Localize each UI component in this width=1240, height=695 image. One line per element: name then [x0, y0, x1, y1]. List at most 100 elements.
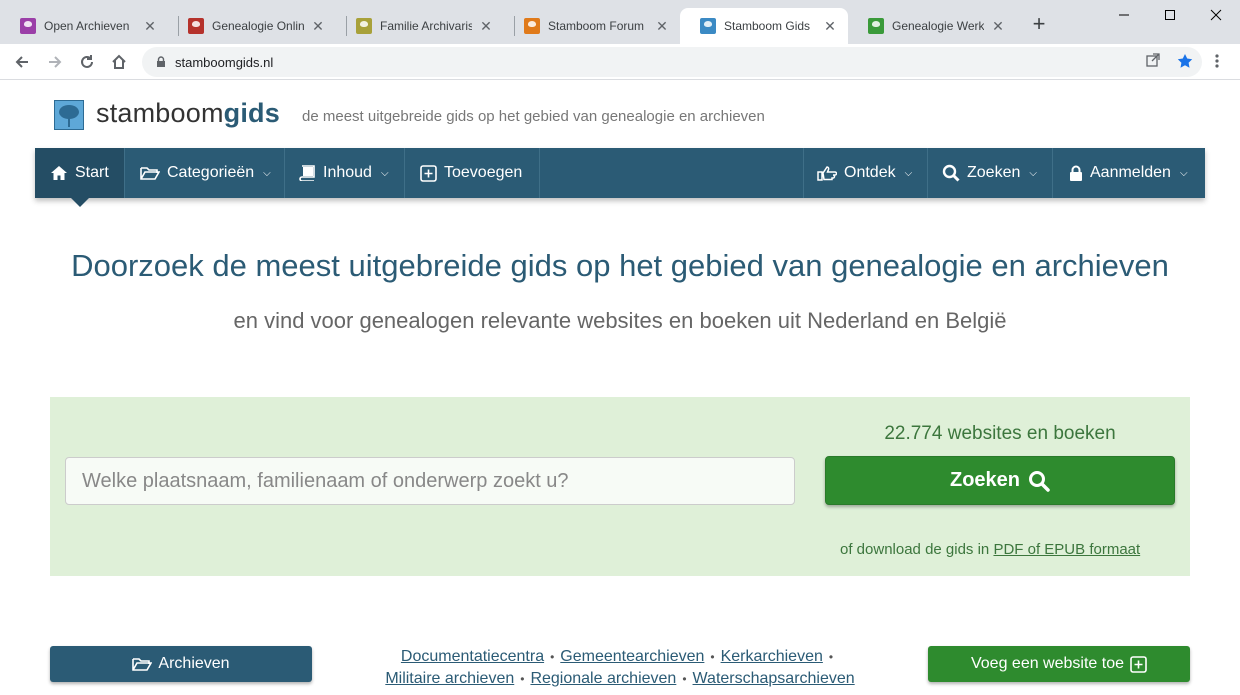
tab-close-icon[interactable]: ✕ [822, 18, 838, 35]
nav-start-label: Start [75, 164, 109, 181]
book-icon [299, 165, 315, 181]
chevron-down-icon: ⌵ [263, 167, 271, 179]
link-waterschapsarchieven[interactable]: Waterschapsarchieven [693, 670, 855, 687]
hero-title: Doorzoek de meest uitgebreide gids op he… [71, 248, 1169, 283]
nav-add-label: Toevoegen [444, 164, 523, 181]
link-separator: • [828, 650, 834, 664]
tab-label: Stamboom Forum [548, 19, 645, 33]
tab-favicon-icon [188, 18, 204, 34]
chevron-down-icon: ⌵ [380, 167, 389, 179]
open-external-icon[interactable] [1146, 53, 1160, 67]
tab-label: Genealogie Werkbalk [892, 19, 984, 33]
nav-discover-label: Ontdek [844, 164, 896, 181]
link-kerkarchieven[interactable]: Kerkarchieven [721, 648, 823, 665]
download-prefix: of download de gids in [840, 541, 990, 558]
result-count: 22.774 websites en boeken [884, 423, 1116, 444]
bookmark-star-icon[interactable] [1177, 53, 1193, 69]
chevron-down-icon: ⌵ [904, 167, 913, 179]
site-logo-tree-icon[interactable] [54, 100, 84, 130]
link-separator: • [682, 672, 687, 686]
hero-subtitle: en vind voor genealogen relevante websit… [233, 308, 1007, 333]
nav-discover[interactable]: Ontdek ⌵ [803, 148, 927, 198]
address-url: stamboomgids.nl [175, 55, 274, 70]
folder-open-icon [140, 167, 160, 180]
address-bar[interactable]: stamboomgids.nl [142, 47, 1202, 77]
new-tab-plus-icon[interactable]: + [1027, 12, 1051, 36]
link-regionale-archieven[interactable]: Regionale archieven [530, 670, 676, 687]
browser-tab-open-archieven[interactable]: Open Archieven ✕ [0, 8, 168, 44]
link-documentatiecentra[interactable]: Documentatiecentra [401, 648, 544, 665]
tab-close-icon[interactable]: ✕ [478, 18, 494, 35]
browser-tab-stamboom-forum[interactable]: Stamboom Forum ✕ [504, 8, 680, 44]
archives-button[interactable]: Archieven [50, 646, 312, 682]
links-row: Militaire archieven • Regionale archieven •… [330, 668, 910, 690]
browser-tab-bar: Open Archieven ✕ Genealogie Online ✕ Fam… [0, 0, 1240, 44]
site-tagline: de meest uitgebreide gids op het gebied … [302, 108, 765, 125]
tab-favicon-icon [868, 18, 884, 34]
nav-contents-label: Inhoud [323, 164, 372, 181]
link-separator: • [520, 672, 525, 686]
nav-start[interactable]: Start [35, 148, 124, 198]
download-link[interactable]: PDF of EPUB formaat [993, 541, 1140, 558]
tab-favicon-icon [700, 18, 716, 34]
link-separator: • [710, 650, 715, 664]
tab-favicon-icon [356, 18, 372, 34]
link-separator: • [550, 650, 555, 664]
tab-label: Stamboom Gids [724, 19, 811, 33]
search-input[interactable] [65, 457, 795, 505]
search-icon [1029, 470, 1050, 492]
link-militaire-archieven[interactable]: Militaire archieven [385, 670, 514, 687]
nav-add[interactable]: Toevoegen [404, 148, 539, 198]
chevron-down-icon: ⌵ [1179, 167, 1188, 179]
main-navigation: Start Categorieën ⌵ Inhoud ⌵ Toevoegen O… [35, 148, 1205, 198]
nav-login-label: Aanmelden [1090, 164, 1171, 181]
home-icon[interactable] [106, 49, 132, 75]
browser-tab-genealogie-werkbalk[interactable]: Genealogie Werkbalk ✕ [848, 8, 1016, 44]
minimize-icon[interactable] [1101, 0, 1147, 30]
plus-square-icon [420, 164, 437, 182]
hand-point-icon [817, 166, 837, 181]
tab-close-icon[interactable]: ✕ [990, 18, 1006, 35]
browser-tab-stamboom-gids[interactable]: Stamboom Gids ✕ [680, 8, 848, 44]
archive-category-links: Documentatiecentra • Gemeentearchieven • Ker… [330, 646, 910, 690]
add-website-button-label: Voeg een website toe [970, 655, 1124, 672]
brand-text-light: stamboom [96, 98, 224, 128]
home-icon [51, 166, 67, 180]
tab-label: Genealogie Online [212, 19, 304, 33]
nav-search[interactable]: Zoeken ⌵ [927, 148, 1052, 198]
browser-menu-icon[interactable] [1214, 53, 1220, 69]
tab-close-icon[interactable]: ✕ [654, 18, 670, 35]
search-button[interactable]: Zoeken [825, 456, 1175, 505]
browser-tab-genealogie-online[interactable]: Genealogie Online ✕ [168, 8, 336, 44]
links-row: Documentatiecentra • Gemeentearchieven • Ker… [330, 646, 910, 668]
browser-tab-familie-archivaris[interactable]: Familie Archivaris - ✕ [336, 8, 504, 44]
folder-open-icon [132, 658, 153, 671]
lock-icon [1070, 165, 1082, 181]
tab-close-icon[interactable]: ✕ [142, 18, 158, 35]
tab-close-icon[interactable]: ✕ [310, 18, 326, 35]
tab-label: Open Archieven [44, 19, 130, 33]
chevron-down-icon: ⌵ [1029, 167, 1037, 179]
nav-separator [539, 148, 540, 198]
nav-contents[interactable]: Inhoud ⌵ [284, 148, 404, 198]
nav-login[interactable]: Aanmelden ⌵ [1052, 148, 1205, 198]
close-window-icon[interactable] [1193, 0, 1239, 30]
link-gemeentearchieven[interactable]: Gemeentearchieven [560, 648, 704, 665]
forward-arrow-icon[interactable] [42, 49, 68, 75]
brand-text-bold: gids [223, 98, 280, 128]
maximize-icon[interactable] [1147, 0, 1193, 30]
browser-toolbar: stamboomgids.nl [0, 44, 1240, 80]
lock-icon [157, 56, 165, 67]
tab-label: Familie Archivaris - [380, 19, 472, 33]
nav-categories-label: Categorieën [167, 164, 255, 181]
nav-search-label: Zoeken [967, 164, 1021, 181]
back-arrow-icon[interactable] [9, 49, 35, 75]
add-website-button[interactable]: Voeg een website toe [928, 646, 1190, 682]
tab-favicon-icon [524, 18, 540, 34]
reload-icon[interactable] [74, 49, 100, 75]
search-button-label: Zoeken [949, 469, 1021, 491]
plus-square-icon [1130, 655, 1147, 673]
tab-favicon-icon [20, 18, 36, 34]
site-brand[interactable]: stamboomgids [96, 98, 280, 129]
download-note: of download de gids in PDF of EPUB forma… [840, 541, 1140, 558]
